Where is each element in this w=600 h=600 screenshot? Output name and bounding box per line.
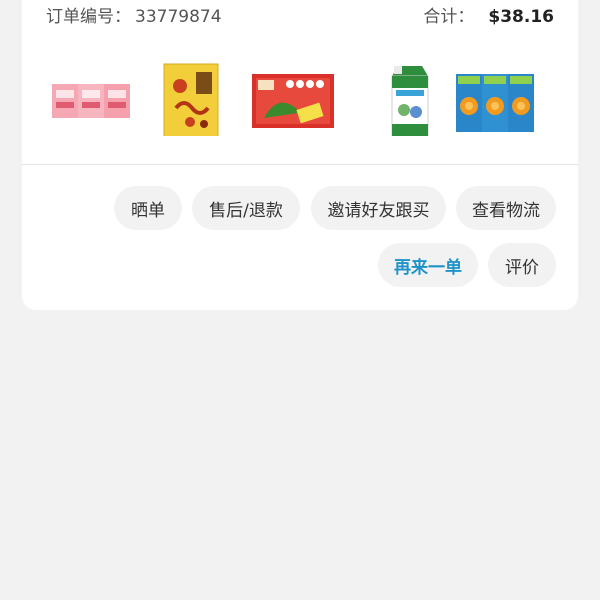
order-card: 订单编号： 33779874 合计： $38.16 晒单 售后/退款 邀请好友跟…: [22, 0, 578, 310]
red-gift-box-icon[interactable]: [250, 58, 340, 136]
order-header: 订单编号： 33779874 合计： $38.16: [46, 0, 554, 28]
order-total-label: 合计：: [423, 6, 475, 27]
order-number-value: 33779874: [135, 6, 222, 27]
order-total-value: $38.16: [488, 6, 554, 27]
divider: [22, 164, 578, 165]
after-sales-refund-button[interactable]: 售后/退款: [192, 186, 300, 230]
product-thumbnails[interactable]: [22, 52, 578, 142]
orange-juice-box-pack-icon[interactable]: [454, 58, 544, 136]
show-order-button[interactable]: 晒单: [114, 186, 182, 230]
order-total: 合计： $38.16: [423, 2, 554, 27]
reorder-button[interactable]: 再来一单: [378, 243, 478, 287]
order-number: 订单编号： 33779874: [46, 2, 222, 27]
invite-friend-button[interactable]: 邀请好友跟买: [311, 186, 446, 230]
track-logistics-button[interactable]: 查看物流: [456, 186, 556, 230]
review-button[interactable]: 评价: [488, 243, 556, 287]
red-drink-box-pack-icon[interactable]: [48, 58, 138, 136]
yellow-snack-box-icon[interactable]: [146, 58, 236, 136]
order-number-label: 订单编号：: [46, 6, 131, 27]
milk-carton-icon[interactable]: [366, 58, 456, 136]
